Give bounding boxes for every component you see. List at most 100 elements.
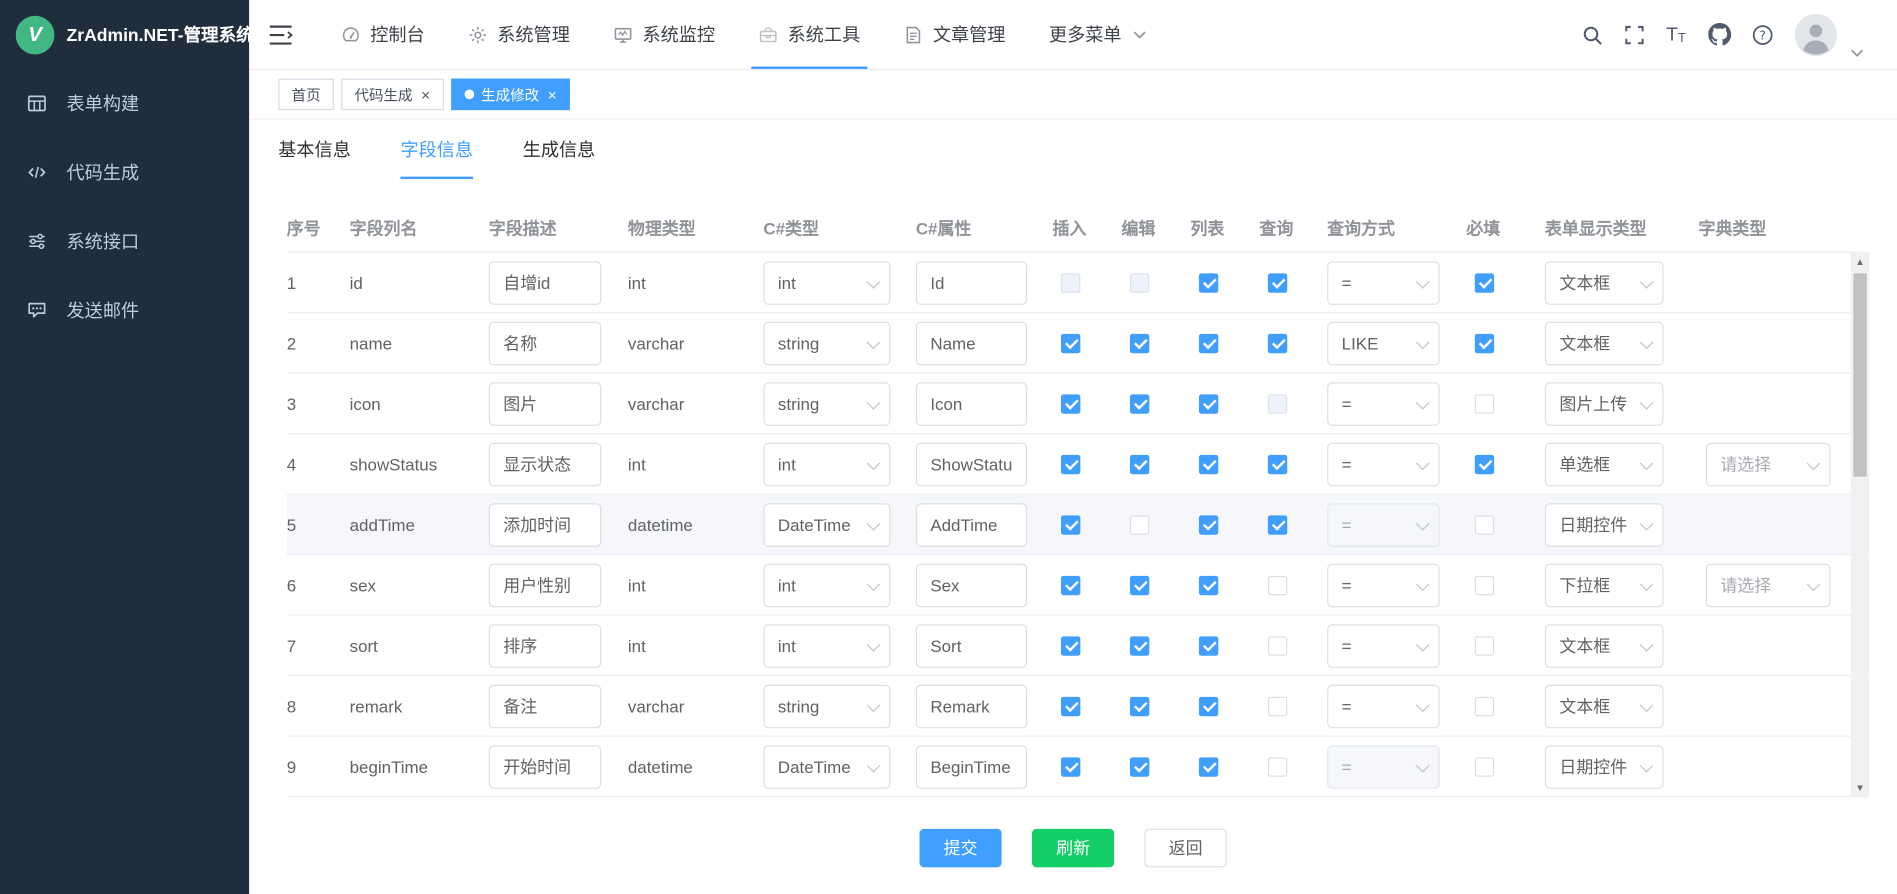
required-checkbox[interactable] — [1475, 636, 1494, 655]
required-checkbox[interactable] — [1475, 454, 1494, 473]
query-checkbox[interactable] — [1268, 757, 1287, 776]
edit-checkbox[interactable] — [1130, 575, 1149, 594]
list-checkbox[interactable] — [1199, 394, 1218, 413]
query-method-select[interactable]: LIKE — [1327, 321, 1440, 365]
display-type-select[interactable]: 下拉框 — [1545, 563, 1664, 607]
nav-item[interactable]: 系统管理 — [446, 0, 591, 69]
close-icon[interactable]: × — [548, 87, 557, 103]
query-checkbox[interactable] — [1268, 696, 1287, 715]
edit-checkbox[interactable] — [1130, 696, 1149, 715]
caret-down-icon[interactable] — [1851, 49, 1863, 56]
query-checkbox[interactable] — [1268, 273, 1287, 292]
nav-item[interactable]: 系统工具 — [737, 0, 882, 69]
csharp-property-input[interactable] — [916, 503, 1027, 547]
search-icon[interactable] — [1581, 24, 1603, 46]
csharp-property-input[interactable] — [916, 442, 1027, 486]
list-checkbox[interactable] — [1199, 333, 1218, 352]
required-checkbox[interactable] — [1475, 333, 1494, 352]
insert-checkbox[interactable] — [1061, 575, 1080, 594]
required-checkbox[interactable] — [1475, 394, 1494, 413]
csharp-type-select[interactable]: int — [763, 261, 890, 305]
scrollbar-up-arrow[interactable]: ▲ — [1851, 253, 1869, 271]
nav-item[interactable]: 控制台 — [319, 0, 446, 69]
description-input[interactable] — [489, 745, 602, 789]
query-method-select[interactable]: = — [1327, 261, 1440, 305]
content-tab[interactable]: 基本信息 — [278, 137, 351, 179]
list-checkbox[interactable] — [1199, 454, 1218, 473]
query-checkbox[interactable] — [1268, 636, 1287, 655]
help-icon[interactable]: ? — [1752, 24, 1774, 46]
font-size-icon[interactable]: TT — [1666, 24, 1688, 46]
display-type-select[interactable]: 文本框 — [1545, 684, 1664, 728]
query-method-select[interactable]: = — [1327, 503, 1440, 547]
edit-checkbox[interactable] — [1130, 273, 1149, 292]
query-method-select[interactable]: = — [1327, 684, 1440, 728]
insert-checkbox[interactable] — [1061, 757, 1080, 776]
csharp-type-select[interactable]: int — [763, 442, 890, 486]
csharp-property-input[interactable] — [916, 684, 1027, 728]
insert-checkbox[interactable] — [1061, 636, 1080, 655]
sidebar-toggle-icon[interactable] — [269, 24, 293, 46]
scrollbar-down-arrow[interactable]: ▼ — [1851, 779, 1869, 797]
query-checkbox[interactable] — [1268, 454, 1287, 473]
sidebar-item[interactable]: 发送邮件 — [0, 276, 249, 345]
list-checkbox[interactable] — [1199, 575, 1218, 594]
query-method-select[interactable]: = — [1327, 745, 1440, 789]
display-type-select[interactable]: 文本框 — [1545, 261, 1664, 305]
edit-checkbox[interactable] — [1130, 454, 1149, 473]
description-input[interactable] — [489, 261, 602, 305]
sidebar-item[interactable]: 代码生成 — [0, 138, 249, 207]
required-checkbox[interactable] — [1475, 696, 1494, 715]
query-checkbox[interactable] — [1268, 515, 1287, 534]
tags-view-tab[interactable]: 首页 — [278, 79, 334, 110]
description-input[interactable] — [489, 321, 602, 365]
required-checkbox[interactable] — [1475, 575, 1494, 594]
submit-button[interactable]: 提交 — [919, 829, 1001, 868]
insert-checkbox[interactable] — [1061, 696, 1080, 715]
nav-item[interactable]: 系统监控 — [592, 0, 737, 69]
display-type-select[interactable]: 日期控件 — [1545, 503, 1664, 547]
query-checkbox[interactable] — [1268, 575, 1287, 594]
required-checkbox[interactable] — [1475, 515, 1494, 534]
csharp-property-input[interactable] — [916, 382, 1027, 426]
description-input[interactable] — [489, 684, 602, 728]
display-type-select[interactable]: 日期控件 — [1545, 745, 1664, 789]
sidebar-item[interactable]: 系统接口 — [0, 207, 249, 276]
query-method-select[interactable]: = — [1327, 442, 1440, 486]
required-checkbox[interactable] — [1475, 757, 1494, 776]
nav-item[interactable]: 文章管理 — [882, 0, 1027, 69]
insert-checkbox[interactable] — [1061, 515, 1080, 534]
csharp-type-select[interactable]: string — [763, 684, 890, 728]
edit-checkbox[interactable] — [1130, 333, 1149, 352]
edit-checkbox[interactable] — [1130, 515, 1149, 534]
csharp-type-select[interactable]: string — [763, 321, 890, 365]
user-avatar[interactable] — [1794, 13, 1838, 57]
csharp-property-input[interactable] — [916, 563, 1027, 607]
github-icon[interactable] — [1708, 23, 1731, 46]
list-checkbox[interactable] — [1199, 696, 1218, 715]
csharp-property-input[interactable] — [916, 321, 1027, 365]
query-method-select[interactable]: = — [1327, 563, 1440, 607]
back-button[interactable]: 返回 — [1144, 829, 1226, 868]
query-checkbox[interactable] — [1268, 333, 1287, 352]
query-method-select[interactable]: = — [1327, 624, 1440, 668]
edit-checkbox[interactable] — [1130, 636, 1149, 655]
display-type-select[interactable]: 文本框 — [1545, 624, 1664, 668]
display-type-select[interactable]: 图片上传 — [1545, 382, 1664, 426]
list-checkbox[interactable] — [1199, 636, 1218, 655]
description-input[interactable] — [489, 563, 602, 607]
list-checkbox[interactable] — [1199, 273, 1218, 292]
fullscreen-icon[interactable] — [1624, 24, 1646, 46]
insert-checkbox[interactable] — [1061, 333, 1080, 352]
description-input[interactable] — [489, 442, 602, 486]
insert-checkbox[interactable] — [1061, 454, 1080, 473]
content-tab[interactable]: 字段信息 — [400, 137, 473, 179]
tags-view-tab[interactable]: 生成修改× — [451, 79, 570, 110]
csharp-type-select[interactable]: DateTime — [763, 503, 890, 547]
csharp-type-select[interactable]: int — [763, 563, 890, 607]
tags-view-tab[interactable]: 代码生成× — [341, 79, 443, 110]
csharp-type-select[interactable]: DateTime — [763, 745, 890, 789]
content-tab[interactable]: 生成信息 — [523, 137, 596, 179]
dict-type-select[interactable]: 请选择 — [1706, 442, 1831, 486]
query-checkbox[interactable] — [1268, 394, 1287, 413]
